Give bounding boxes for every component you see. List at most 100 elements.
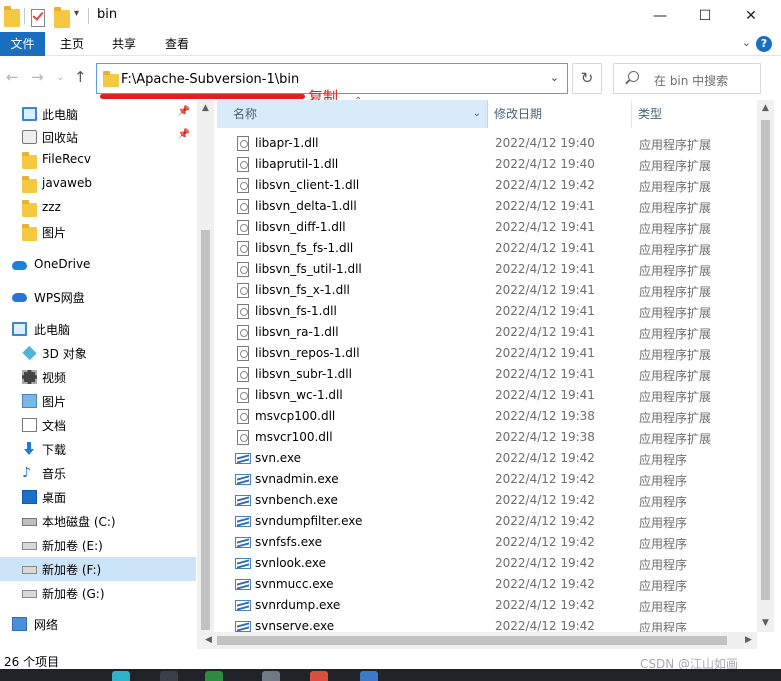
file-row[interactable]: svnadmin.exe 2022/4/12 19:42 应用程序 (217, 469, 757, 490)
column-header-date[interactable]: 修改日期 (489, 100, 632, 128)
close-button[interactable]: ✕ (728, 0, 774, 32)
help-icon[interactable]: ? (756, 36, 772, 52)
maximize-button[interactable]: ☐ (682, 0, 728, 32)
dll-file-icon (237, 157, 249, 172)
file-row[interactable]: libaprutil-1.dll 2022/4/12 19:40 应用程序扩展 (217, 154, 757, 175)
file-row[interactable]: libsvn_delta-1.dll 2022/4/12 19:41 应用程序扩展 (217, 196, 757, 217)
scroll-left-icon[interactable]: ◀ (200, 632, 217, 649)
file-list-scrollbar[interactable]: ▲ ▼ (757, 100, 774, 632)
new-folder-icon[interactable] (54, 7, 70, 28)
file-type: 应用程序 (639, 453, 688, 467)
tab-share[interactable]: 共享 (104, 32, 144, 56)
scroll-up-icon[interactable]: ▲ (757, 100, 774, 117)
scroll-right-icon[interactable]: ▶ (740, 632, 757, 649)
file-row[interactable]: svndumpfilter.exe 2022/4/12 19:42 应用程序 (217, 511, 757, 532)
sidebar-item-label: 音乐 (42, 467, 67, 481)
properties-check-icon[interactable] (31, 9, 45, 27)
recent-locations-chevron-icon[interactable]: ⌄ (56, 72, 64, 83)
3d-objects-icon (22, 345, 37, 361)
file-row[interactable]: libsvn_ra-1.dll 2022/4/12 19:41 应用程序扩展 (217, 322, 757, 343)
tab-file[interactable]: 文件 (0, 32, 45, 56)
horizontal-scrollbar[interactable]: ◀ ▶ (200, 632, 757, 649)
sidebar-item-desktop[interactable]: 桌面 (0, 485, 196, 509)
taskbar-app-icon[interactable] (112, 671, 130, 681)
sidebar-item-3d-objects[interactable]: 3D 对象 (0, 341, 196, 365)
customize-toolbar-chevron-icon[interactable]: ▾ (74, 8, 79, 26)
sidebar-item-zzz[interactable]: zzz (0, 196, 196, 220)
scroll-down-icon[interactable]: ▼ (757, 615, 774, 632)
file-row[interactable]: libsvn_fs_util-1.dll 2022/4/12 19:41 应用程序扩… (217, 259, 757, 280)
sidebar-item-recycle-bin[interactable]: 回收站 📌 (0, 125, 196, 149)
taskbar-app-icon[interactable] (160, 671, 178, 681)
up-arrow-icon[interactable]: ↑ (74, 68, 87, 86)
sidebar-item-label: 此电脑 (34, 323, 71, 337)
file-type: 应用程序扩展 (639, 285, 712, 299)
sidebar-item-drive-f[interactable]: 新加卷 (F:) (0, 557, 196, 581)
search-input[interactable]: 在 bin 中搜索 (613, 63, 761, 94)
address-path[interactable]: F:\Apache-Subversion-1\bin (121, 72, 299, 87)
sidebar-item-label: 此电脑 (42, 108, 79, 122)
scroll-thumb[interactable] (761, 120, 770, 600)
file-row[interactable]: libsvn_wc-1.dll 2022/4/12 19:41 应用程序扩展 (217, 385, 757, 406)
column-header-type[interactable]: 类型 (633, 100, 757, 128)
sidebar-item-this-pc[interactable]: 此电脑 (0, 317, 196, 341)
file-name: msvcp100.dll (255, 409, 336, 423)
sidebar-item-wps[interactable]: WPS网盘 (0, 285, 196, 309)
file-row[interactable]: svnserve.exe 2022/4/12 19:42 应用程序 (217, 616, 757, 632)
pictures-icon (22, 394, 37, 408)
sidebar-item-filerecv[interactable]: FileRecv (0, 148, 196, 172)
file-row[interactable]: msvcp100.dll 2022/4/12 19:38 应用程序扩展 (217, 406, 757, 427)
scroll-up-icon[interactable]: ▲ (197, 100, 214, 117)
forward-arrow-icon[interactable]: → (31, 68, 44, 86)
file-row[interactable]: libsvn_subr-1.dll 2022/4/12 19:41 应用程序扩展 (217, 364, 757, 385)
sidebar-item-drive-e[interactable]: 新加卷 (E:) (0, 533, 196, 557)
file-row[interactable]: libsvn_fs_fs-1.dll 2022/4/12 19:41 应用程序扩展 (217, 238, 757, 259)
tab-home[interactable]: 主页 (52, 32, 92, 56)
refresh-button[interactable]: ↻ (572, 63, 602, 94)
file-row[interactable]: libsvn_client-1.dll 2022/4/12 19:42 应用程序扩展 (217, 175, 757, 196)
file-row[interactable]: libsvn_fs_x-1.dll 2022/4/12 19:41 应用程序扩展 (217, 280, 757, 301)
column-header-name[interactable]: 名称 ⌄ (217, 100, 488, 128)
sidebar-item-javaweb[interactable]: javaweb (0, 172, 196, 196)
file-row[interactable]: msvcr100.dll 2022/4/12 19:38 应用程序扩展 (217, 427, 757, 448)
file-row[interactable]: libsvn_diff-1.dll 2022/4/12 19:41 应用程序扩展 (217, 217, 757, 238)
sidebar-item-label: 图片 (42, 226, 67, 240)
sidebar-item-downloads[interactable]: 下载 (0, 437, 196, 461)
file-date: 2022/4/12 19:42 (495, 577, 595, 591)
expand-ribbon-chevron-icon[interactable]: ⌄ (742, 36, 751, 49)
file-date: 2022/4/12 19:41 (495, 346, 595, 360)
taskbar-app-icon[interactable] (310, 671, 328, 681)
file-row[interactable]: svnrdump.exe 2022/4/12 19:42 应用程序 (217, 595, 757, 616)
taskbar-app-icon[interactable] (205, 671, 223, 681)
sidebar-item-network[interactable]: 网络 (0, 612, 196, 636)
address-dropdown-icon[interactable]: ⌄ (550, 71, 559, 84)
sidebar-item-pictures-quick[interactable]: 图片 (0, 220, 196, 244)
minimize-button[interactable]: — (637, 0, 683, 32)
scroll-thumb[interactable] (217, 636, 727, 645)
file-row[interactable]: svnbench.exe 2022/4/12 19:42 应用程序 (217, 490, 757, 511)
file-row[interactable]: svnfsfs.exe 2022/4/12 19:42 应用程序 (217, 532, 757, 553)
file-row[interactable]: libsvn_fs-1.dll 2022/4/12 19:41 应用程序扩展 (217, 301, 757, 322)
sidebar-item-music[interactable]: ♪ 音乐 (0, 461, 196, 485)
file-row[interactable]: svnlook.exe 2022/4/12 19:42 应用程序 (217, 553, 757, 574)
column-filter-chevron-icon[interactable]: ⌄ (473, 100, 481, 128)
sidebar-item-video[interactable]: 视频 (0, 365, 196, 389)
sidebar-item-documents[interactable]: 文档 (0, 413, 196, 437)
dll-file-icon (237, 136, 249, 151)
back-arrow-icon[interactable]: ← (6, 68, 19, 86)
sidebar-scrollbar[interactable]: ▲ ▼ (197, 100, 214, 649)
file-row[interactable]: libapr-1.dll 2022/4/12 19:40 应用程序扩展 (217, 133, 757, 154)
sidebar-item-onedrive[interactable]: OneDrive (0, 253, 196, 277)
sidebar-item-drive-g[interactable]: 新加卷 (G:) (0, 581, 196, 605)
dll-file-icon (237, 325, 249, 340)
file-row[interactable]: libsvn_repos-1.dll 2022/4/12 19:41 应用程序扩展 (217, 343, 757, 364)
scroll-thumb[interactable] (201, 230, 210, 630)
sidebar-item-pictures[interactable]: 图片 (0, 389, 196, 413)
sidebar-item-drive-c[interactable]: 本地磁盘 (C:) (0, 509, 196, 533)
tab-view[interactable]: 查看 (157, 32, 197, 56)
taskbar-app-icon[interactable] (360, 671, 378, 681)
sidebar-item-this-pc-quick[interactable]: 此电脑 📌 (0, 102, 196, 126)
file-row[interactable]: svn.exe 2022/4/12 19:42 应用程序 (217, 448, 757, 469)
file-row[interactable]: svnmucc.exe 2022/4/12 19:42 应用程序 (217, 574, 757, 595)
taskbar-app-icon[interactable] (262, 671, 280, 681)
